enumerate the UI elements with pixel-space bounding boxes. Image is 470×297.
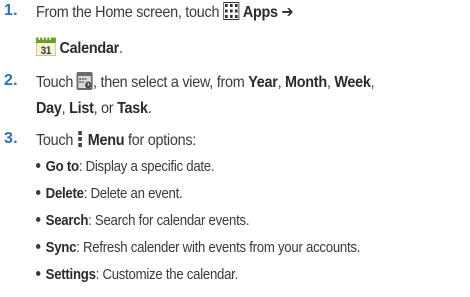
- step-number: 2.: [4, 72, 18, 89]
- bullet-dot: [36, 190, 41, 195]
- instruction-document: 1. From the Home screen, touch Apps ➔ 31…: [0, 0, 470, 297]
- step-1-line-1: From the Home screen, touch Apps ➔: [36, 2, 294, 26]
- arrow-icon: ➔: [281, 4, 294, 21]
- bullet-item: Search: Search for calendar events.: [36, 211, 249, 231]
- bullet-dot: [36, 217, 41, 222]
- step-1-line-2: 31 Calendar.: [35, 36, 123, 62]
- bullet-dot: [36, 163, 41, 168]
- bullet-dot: [36, 271, 41, 276]
- step-number: 1.: [4, 2, 18, 19]
- bullet-item: Settings: Customize the calendar.: [36, 265, 238, 285]
- bullet-item: Sync: Refresh calender with events from …: [36, 238, 360, 258]
- calendar-view-icon: [76, 72, 94, 96]
- step-2-line-1: Touch , then select a view, from Year, M…: [36, 72, 375, 96]
- apps-grid-icon: [222, 2, 240, 26]
- bullet-dot: [36, 244, 41, 249]
- menu-dots-icon: [77, 130, 84, 154]
- calendar-icon-text: 31: [41, 46, 52, 56]
- step-3-line-1: Touch Menu for options:: [36, 130, 196, 154]
- step-2-line-2: Day, List, or Task.: [36, 100, 152, 117]
- bullet-item: Delete: Delete an event.: [36, 184, 183, 204]
- step-number: 3.: [4, 130, 18, 147]
- calendar-icon: 31: [35, 36, 57, 62]
- bullet-item: Go to: Display a specific date.: [36, 157, 215, 177]
